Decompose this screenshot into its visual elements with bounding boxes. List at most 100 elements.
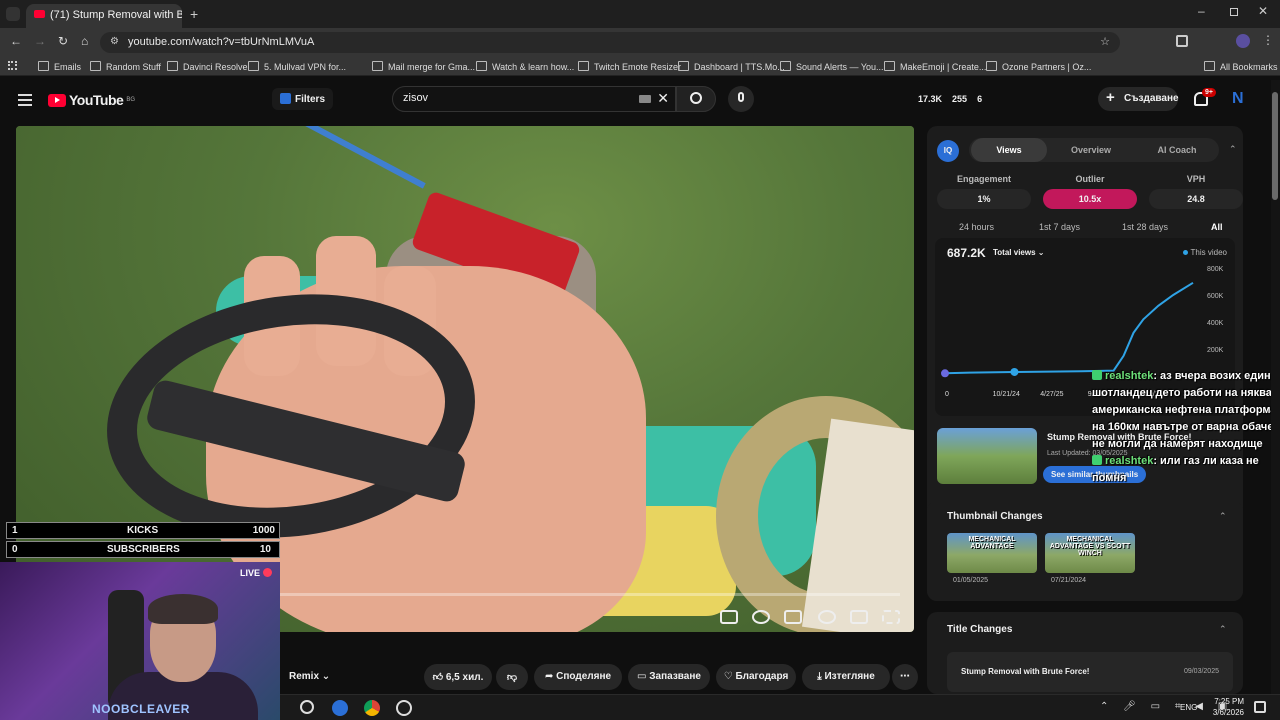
download-button[interactable]: ⤓ Изтегляне [802, 664, 890, 690]
section-collapse-icon[interactable]: ⌃ [1219, 511, 1227, 522]
metric-label: VPH [1186, 174, 1206, 184]
restore-button[interactable] [1230, 8, 1238, 16]
video-progress-bar[interactable] [280, 593, 900, 596]
save-button[interactable]: ▭ Запазване [628, 664, 710, 690]
extensions-icon[interactable] [1176, 35, 1188, 47]
bookmark-item[interactable]: Twitch Emote Resizer [578, 61, 681, 72]
voice-search-button[interactable] [728, 86, 754, 112]
title-changes-section: Title Changes ⌃ Stump Removal with Brute… [927, 612, 1243, 694]
tab-views[interactable]: Views [971, 138, 1047, 162]
y-tick-label: 600K [1207, 293, 1224, 300]
hamburger-icon[interactable] [18, 94, 32, 109]
obs-taskbar-icon[interactable] [396, 700, 412, 716]
avatar[interactable]: N [1232, 90, 1244, 108]
search-input[interactable]: zisov ✕ [392, 86, 676, 112]
search-button[interactable] [676, 86, 716, 112]
like-button[interactable]: 👍︎ 6,5 хил. [424, 664, 492, 690]
taskbar-app-icon[interactable] [332, 700, 348, 716]
share-button[interactable]: ➦ Споделяне [534, 664, 622, 690]
clock-date[interactable]: 3/6/2026 [1206, 708, 1244, 717]
theater-mode-icon[interactable] [850, 610, 868, 624]
bookmark-item[interactable]: Sound Alerts — You... [780, 61, 884, 72]
settings-gear-icon[interactable] [818, 610, 836, 624]
share-icon: ➦ [544, 671, 557, 682]
youtube-favicon-icon [34, 10, 45, 18]
chrome-taskbar-icon[interactable] [364, 700, 380, 716]
remix-button[interactable]: Remix ⌄ [280, 664, 342, 690]
dislike-button[interactable]: 👎︎ [496, 664, 528, 690]
range-28d[interactable]: 1st 28 days [1122, 222, 1168, 232]
search-icon [690, 92, 702, 104]
thumbs-up-icon: 👍︎ [432, 672, 446, 683]
collapse-chevron-icon[interactable]: ⌃ [1229, 144, 1237, 155]
clock-time[interactable]: 7:25 PM [1210, 697, 1244, 706]
address-bar[interactable]: ⚙ youtube.com/watch?v=tbUrNmLMVuA ☆ [100, 32, 1120, 53]
menu-icon[interactable]: ⋮ [1262, 33, 1274, 47]
engagement-value: 1% [937, 189, 1031, 209]
bookmark-item[interactable]: Ozone Partners | Oz... [986, 61, 1091, 72]
subtitles-icon[interactable] [784, 610, 802, 624]
active-tab[interactable]: (71) Stump Removal with B [26, 4, 182, 28]
thumbnail-change-image[interactable]: MECHANICAL ADVANTAGE [947, 533, 1037, 573]
metric-label: Engagement [956, 174, 1011, 184]
thanks-button[interactable]: ♡ Благодаря [716, 664, 796, 690]
kicks-counter: 1 KICKS 1000 [6, 522, 280, 539]
video-actions: Remix ⌄ 👍︎ 6,5 хил. 👎︎ ➦ Споделяне ▭ Зап… [280, 664, 920, 692]
scrollbar-thumb[interactable] [1272, 92, 1278, 200]
new-tab-button[interactable]: + [190, 6, 198, 22]
apps-icon[interactable] [8, 61, 17, 70]
reload-icon[interactable]: ↻ [58, 34, 68, 48]
range-all[interactable]: All [1211, 222, 1223, 232]
tab-ai-coach[interactable]: AI Coach [1137, 138, 1217, 162]
tab-title: (71) Stump Removal with B [50, 9, 182, 21]
thumbnail-change-date: 07/21/2024 [1051, 577, 1087, 584]
bookmark-item[interactable]: Dashboard | TTS.Mo... [678, 61, 785, 72]
similar-video-thumbnail[interactable] [937, 428, 1037, 484]
bookmark-star-icon[interactable]: ☆ [1100, 35, 1110, 48]
section-title: Thumbnail Changes [947, 511, 1043, 522]
all-bookmarks[interactable]: All Bookmarks [1204, 61, 1278, 72]
bookmark-item[interactable]: Random Stuff [90, 61, 161, 72]
save-label: Запазване [649, 671, 701, 682]
pause-icon[interactable] [752, 610, 770, 624]
bookmark-item[interactable]: 5. Mullvad VPN for... [248, 61, 346, 72]
keyboard-icon[interactable] [639, 95, 651, 103]
chat-badge-icon [1092, 455, 1102, 465]
home-icon[interactable]: ⌂ [81, 34, 88, 48]
outlier-value: 10.5x [1043, 189, 1137, 209]
title-change-text: Stump Removal with Brute Force! [961, 667, 1090, 676]
close-window-button[interactable]: ✕ [1258, 4, 1268, 18]
tab-overview[interactable]: Overview [1053, 138, 1129, 162]
back-icon[interactable]: ← [10, 34, 22, 48]
total-views-select[interactable]: Total views ⌄ [993, 248, 1044, 257]
tab-list-icon[interactable] [6, 7, 20, 21]
forward-icon[interactable]: → [34, 34, 46, 48]
profile-icon[interactable] [1236, 34, 1250, 48]
counter-current: 0 [12, 544, 18, 555]
language-indicator[interactable]: ENG [1180, 703, 1197, 712]
bookmark-item[interactable]: Mail merge for Gma... [372, 61, 475, 72]
range-24h[interactable]: 24 hours [959, 222, 994, 232]
iq-player-icon[interactable] [720, 610, 738, 624]
bookmark-item[interactable]: MakeEmoji | Create... [884, 61, 986, 72]
taskbar-app-icon[interactable] [300, 700, 314, 714]
thumbnail-change-date: 01/05/2025 [953, 577, 989, 584]
bookmark-item[interactable]: Davinci Resolve [167, 61, 248, 72]
minimize-button[interactable]: – [1198, 4, 1205, 18]
series-line [944, 281, 1194, 375]
more-actions-button[interactable]: ⋯ [892, 664, 918, 690]
thumbnail-change-image[interactable]: MECHANICAL ADVANTAGE VS SCOTT WINCH [1045, 533, 1135, 573]
range-7d[interactable]: 1st 7 days [1039, 222, 1080, 232]
bookmark-item[interactable]: Watch & learn how... [476, 61, 574, 72]
clear-search-icon[interactable]: ✕ [657, 90, 669, 107]
filters-button[interactable]: Filters [272, 88, 334, 110]
create-button[interactable]: + Създаване [1098, 87, 1179, 111]
notification-center-icon[interactable] [1254, 701, 1266, 713]
bookmark-item[interactable]: Emails [38, 61, 81, 72]
fullscreen-icon[interactable] [882, 610, 900, 624]
youtube-logo[interactable]: YouTube BG [48, 92, 135, 108]
site-info-icon[interactable]: ⚙ [110, 36, 119, 47]
counter-current: 1 [12, 525, 18, 536]
youtube-wordmark: YouTube [69, 92, 124, 108]
section-collapse-icon[interactable]: ⌃ [1219, 624, 1227, 635]
